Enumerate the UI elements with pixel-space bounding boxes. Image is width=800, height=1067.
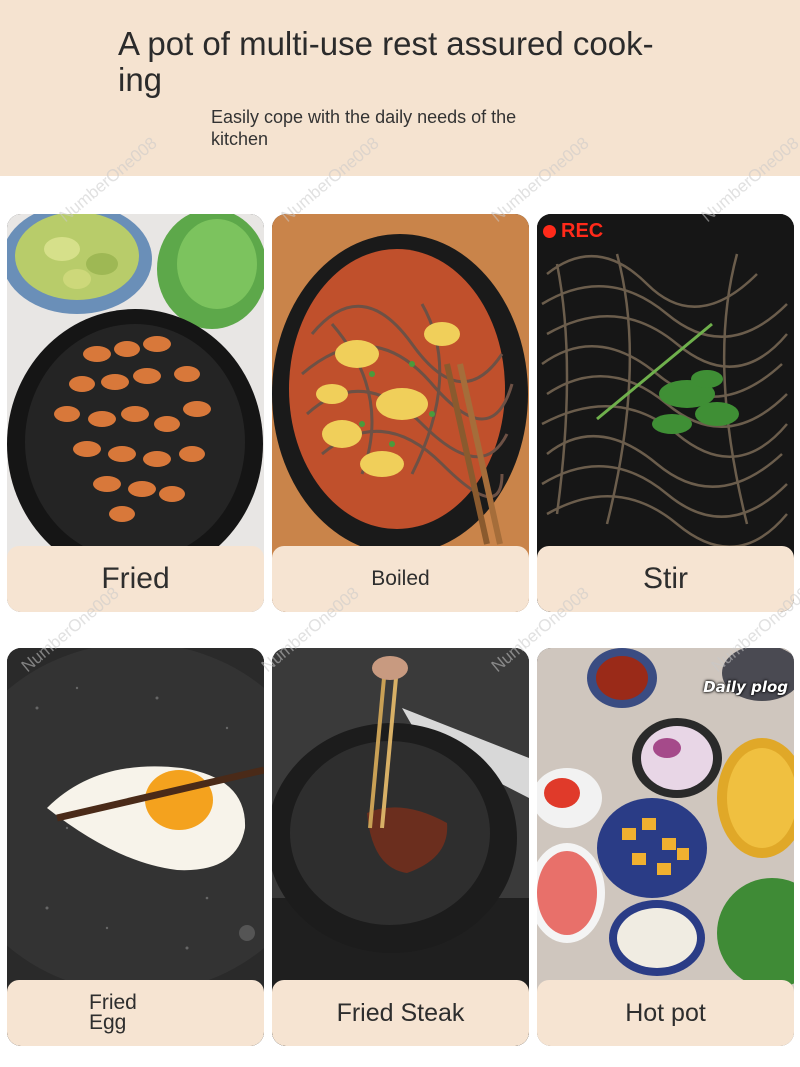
page-title: A pot of multi-use rest assured cook-ing [118,25,654,98]
card-label-line2: Egg [89,1011,127,1034]
card-fried: Fried [7,214,264,612]
rec-badge: REC [543,220,603,243]
card-label: Stir [537,546,794,612]
card-fried-egg: Fried Egg [7,648,264,1046]
card-label: Boiled [272,546,529,612]
card-fried-steak: Fried Steak [272,648,529,1046]
card-label: Fried Egg [7,980,264,1046]
card-label: Fried Steak [272,980,529,1046]
card-boiled: Boiled [272,214,529,612]
card-label: Fried [7,546,264,612]
page-subtitle: Easily cope with the daily needs of the … [211,107,517,149]
card-label-line1: Fried [89,991,137,1014]
record-dot-icon [543,225,556,238]
card-label: Hot pot [537,980,794,1046]
page-header: A pot of multi-use rest assured cook-ing… [0,0,800,176]
card-stir: REC Stir [537,214,794,612]
card-hot-pot: Daily plog Hot pot [537,648,794,1046]
daily-plog-overlay: Daily plog [703,678,788,696]
rec-label: REC [561,220,604,242]
